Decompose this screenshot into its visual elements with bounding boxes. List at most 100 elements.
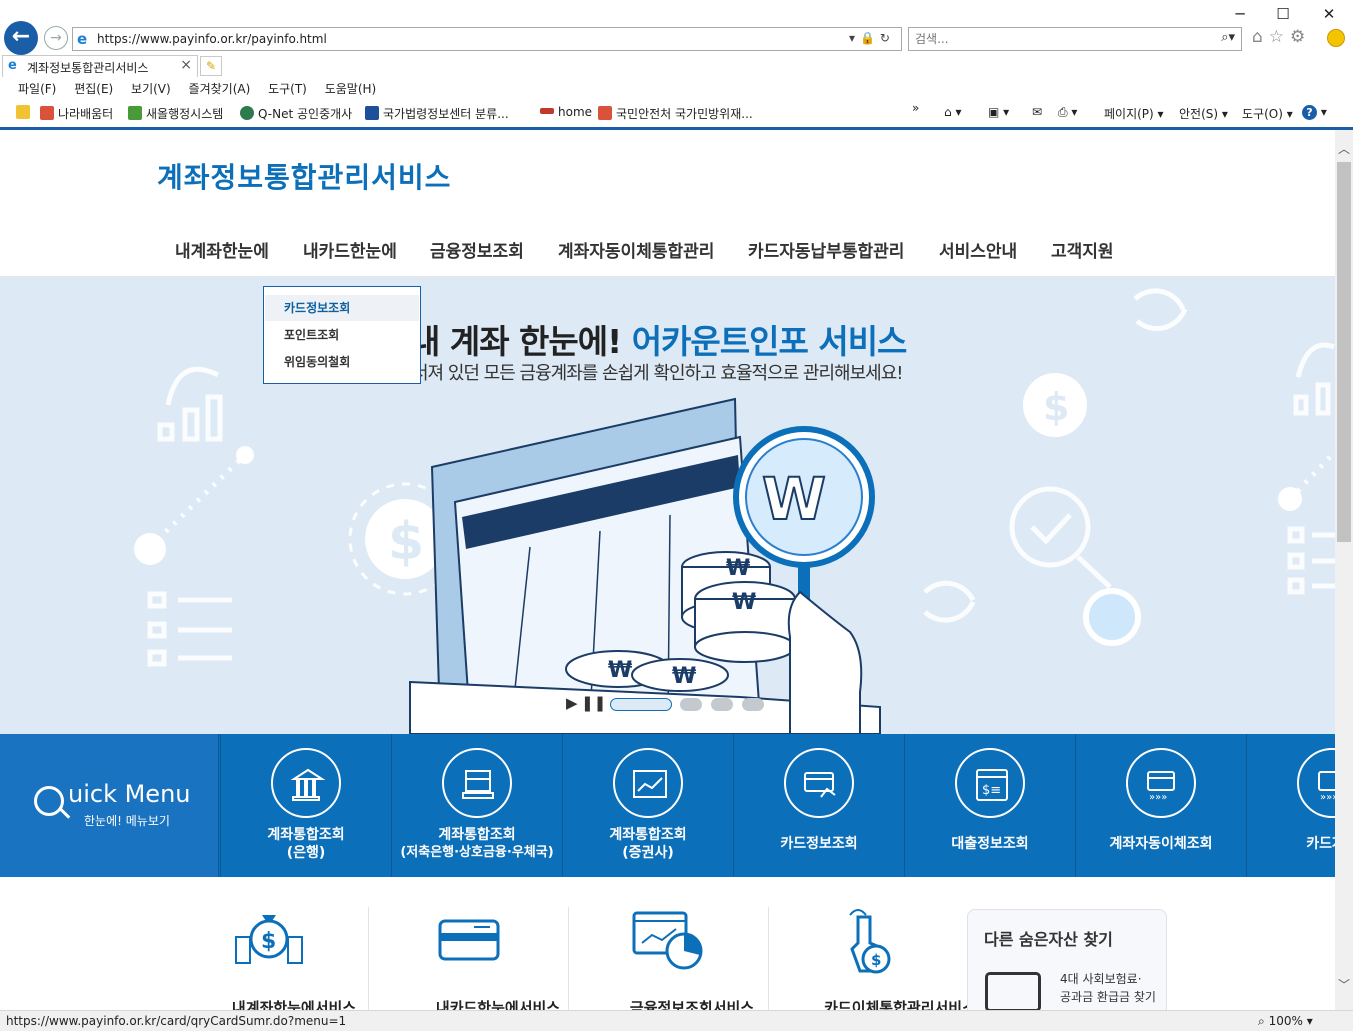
page-icon: [128, 106, 142, 120]
search-input[interactable]: [915, 29, 1195, 49]
fav-item[interactable]: 새올행정시스템: [128, 105, 223, 122]
ie-icon: e: [8, 58, 17, 73]
transfer-card-icon: »»»: [1126, 748, 1196, 818]
submenu-my-cards: 카드정보조회 포인트조회 위임동의철회: [263, 286, 421, 384]
svg-text:»»»: »»»: [1149, 792, 1167, 803]
menu-help[interactable]: 도움말(H): [325, 82, 377, 96]
scroll-down-icon[interactable]: ﹀: [1338, 976, 1350, 993]
svg-text:W: W: [762, 465, 826, 533]
safety-menu[interactable]: 안전(S) ▾: [1179, 105, 1228, 122]
browser-tab[interactable]: e 계좌정보통합관리서비스 ×: [2, 55, 198, 77]
quick-savings-accounts[interactable]: 계좌통합조회 (저축은행·상호금융·우체국): [391, 734, 562, 877]
submenu-card-info[interactable]: 카드정보조회: [265, 295, 419, 321]
refund-machine-icon: [985, 972, 1041, 1010]
fav-item[interactable]: 국민안전처 국가민방위재...: [598, 105, 753, 122]
fav-item[interactable]: home: [540, 105, 592, 119]
play-icon[interactable]: ▶: [566, 694, 578, 712]
slide-indicator-4[interactable]: [742, 698, 764, 711]
web-page: 계좌정보통합관리서비스 내계좌한눈에 내카드한눈에 금융정보조회 계좌자동이체통…: [0, 130, 1335, 1010]
favorites-star-icon[interactable]: ☆: [1269, 27, 1290, 47]
favorites-bar: 나라배움터 새올행정시스템 Q-Net 공인중개사 국가법령정보센터 분류...…: [0, 101, 1353, 125]
service-financial-info[interactable]: 금융정보조회서비스: [630, 907, 754, 1010]
hero-banner: $ $ ₩ ₩ ₩ ₩ W 내 계좌 한눈에! 어카운트인포 서비스 서져 있던…: [0, 277, 1335, 734]
svg-text:₩: ₩: [726, 556, 750, 581]
back-button[interactable]: ←: [4, 21, 38, 55]
toolbar-icons[interactable]: ⌂☆⚙: [1252, 27, 1311, 47]
close-tab-icon[interactable]: ×: [180, 57, 192, 73]
close-button[interactable]: ✕: [1318, 4, 1340, 24]
maximize-button[interactable]: ☐: [1272, 4, 1294, 24]
zoom-icon: ⌕: [1258, 1014, 1265, 1028]
arrow-left-icon: ←: [11, 24, 31, 49]
fav-item[interactable]: 국가법령정보센터 분류...: [365, 105, 509, 122]
mail-button[interactable]: ✉: [1032, 105, 1042, 119]
page-icon: [598, 106, 612, 120]
fav-item[interactable]: Q-Net 공인중개사: [240, 105, 352, 122]
gear-icon[interactable]: ⚙: [1290, 27, 1311, 47]
address-url[interactable]: https://www.payinfo.or.kr/payinfo.html: [97, 32, 327, 46]
service-my-cards[interactable]: 내카드한눈에서비스: [436, 907, 560, 1010]
fav-item[interactable]: 나라배움터: [40, 105, 113, 122]
touch-coin-icon: $: [849, 909, 891, 974]
zoom-control[interactable]: ⌕ 100% ▾: [1258, 1014, 1313, 1029]
gnb-service-guide[interactable]: 서비스안내: [939, 237, 1017, 262]
scroll-up-icon[interactable]: ︿: [1338, 140, 1350, 157]
search-box[interactable]: ⌕▾: [908, 27, 1242, 51]
menu-edit[interactable]: 편집(E): [74, 82, 113, 96]
divider: [568, 907, 569, 1010]
submenu-consent-withdrawal[interactable]: 위임동의철회: [265, 349, 419, 375]
gnb-my-cards[interactable]: 내카드한눈에: [303, 237, 397, 262]
money-bag-icon: $: [235, 915, 303, 964]
scroll-thumb[interactable]: [1337, 162, 1351, 542]
quick-card-auto-pay[interactable]: »»» 카드자동: [1246, 734, 1335, 877]
feedback-smiley-icon[interactable]: [1327, 29, 1345, 47]
home-button[interactable]: ⌂ ▾: [944, 105, 961, 119]
menu-tools[interactable]: 도구(T): [268, 82, 307, 96]
hidden-assets-panel[interactable]: 다른 숨은자산 찾기 4대 사회보험료· 공과금 환급금 찾기: [967, 909, 1167, 1010]
gnb-my-accounts[interactable]: 내계좌한눈에: [175, 237, 269, 262]
pause-icon[interactable]: ❚❚: [581, 694, 606, 712]
site-logo[interactable]: 계좌정보통합관리서비스: [157, 156, 451, 196]
quick-bank-accounts[interactable]: 계좌통합조회 (은행): [220, 734, 391, 877]
help-menu[interactable]: ? ▾: [1302, 105, 1327, 120]
gnb-customer-support[interactable]: 고객지원: [1051, 237, 1114, 262]
new-tab-button[interactable]: ✎: [200, 56, 222, 76]
feeds-button[interactable]: ▣ ▾: [988, 105, 1009, 119]
slide-indicator-3[interactable]: [711, 698, 733, 711]
menu-favorites[interactable]: 즐겨찾기(A): [189, 82, 251, 96]
submenu-points[interactable]: 포인트조회: [265, 322, 419, 348]
quick-auto-transfer[interactable]: »»» 계좌자동이체조회: [1075, 734, 1246, 877]
minimize-button[interactable]: ─: [1229, 4, 1251, 24]
magnifier-icon: [34, 786, 64, 816]
chevron-more-icon[interactable]: »: [912, 101, 919, 115]
bank-icon: [271, 748, 341, 818]
stock-chart-icon: [613, 748, 683, 818]
quick-card-info[interactable]: 카드정보조회: [733, 734, 904, 877]
svg-text:$: $: [261, 929, 276, 954]
service-my-accounts[interactable]: $ 내계좌한눈에서비스: [232, 907, 356, 1010]
tools-menu[interactable]: 도구(O) ▾: [1242, 105, 1293, 122]
search-icon[interactable]: ⌕▾: [1221, 30, 1235, 45]
address-bar[interactable]: e https://www.payinfo.or.kr/payinfo.html…: [72, 27, 902, 51]
slide-indicator-2[interactable]: [680, 698, 702, 711]
slide-indicator-1[interactable]: [610, 698, 672, 711]
favorites-star-icon[interactable]: [16, 105, 34, 120]
page-icon: [240, 106, 254, 120]
quick-securities-accounts[interactable]: 계좌통합조회 (증권사): [562, 734, 733, 877]
home-icon[interactable]: ⌂: [1252, 27, 1269, 47]
quick-loan-info[interactable]: $≡ 대출정보조회: [904, 734, 1075, 877]
address-tools[interactable]: ▾🔒↻: [849, 31, 895, 45]
menu-file[interactable]: 파일(F): [18, 82, 56, 96]
forward-button[interactable]: →: [44, 26, 68, 50]
atm-icon: [442, 748, 512, 818]
gnb-card-auto-pay[interactable]: 카드자동납부통합관리: [748, 237, 904, 262]
service-card-transfer[interactable]: $ 카드이체통합관리서비스: [824, 907, 976, 1010]
hidden-assets-desc: 4대 사회보험료· 공과금 환급금 찾기: [1060, 972, 1156, 1004]
gnb-auto-transfer[interactable]: 계좌자동이체통합관리: [558, 237, 714, 262]
gnb-financial-info[interactable]: 금융정보조회: [430, 237, 524, 262]
page-menu[interactable]: 페이지(P) ▾: [1104, 105, 1164, 122]
print-button[interactable]: ⎙ ▾: [1058, 105, 1077, 120]
vertical-scrollbar[interactable]: ︿ ﹀: [1335, 130, 1353, 1010]
hero-title: 내 계좌 한눈에! 어카운트인포 서비스: [410, 322, 907, 361]
menu-view[interactable]: 보기(V): [131, 82, 171, 96]
